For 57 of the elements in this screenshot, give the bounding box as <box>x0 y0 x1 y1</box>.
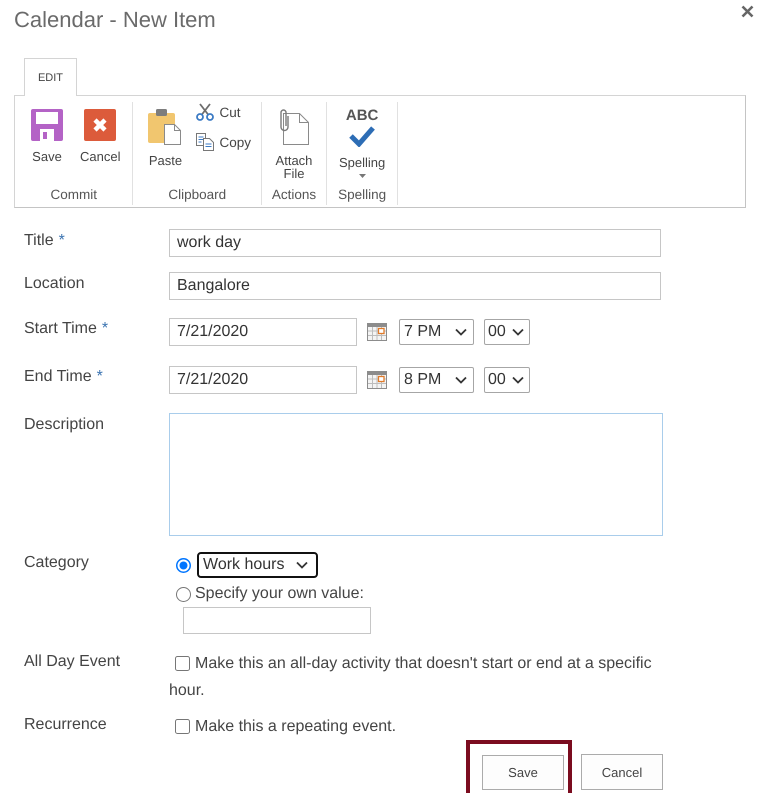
save-button[interactable]: Save <box>25 102 69 163</box>
text-field[interactable]: Bangalore <box>169 272 661 300</box>
category-select[interactable]: Work hours <box>197 552 318 578</box>
x-square-icon <box>84 109 116 141</box>
checkbox[interactable] <box>175 656 190 671</box>
copy-button[interactable]: Copy <box>196 132 251 152</box>
minute-select[interactable]: 00 <box>484 319 530 345</box>
field-label: Description <box>24 415 104 435</box>
dialog-title: Calendar - New Item <box>14 7 216 33</box>
radio-button[interactable] <box>176 586 191 602</box>
date-field[interactable]: 7/21/2020 <box>169 366 357 394</box>
cancel-button[interactable]: Cancel <box>581 754 663 790</box>
attach-file-button[interactable]: Attach File <box>272 102 316 180</box>
description-field[interactable] <box>169 413 663 536</box>
chevron-down-icon <box>455 328 467 336</box>
group-label: Commit <box>49 186 98 204</box>
field-label: Category <box>24 553 89 573</box>
calendar-icon[interactable] <box>367 371 387 389</box>
field-label: Title <box>24 231 54 251</box>
field-label: Recurrence <box>24 715 107 735</box>
chevron-down-icon <box>512 328 524 336</box>
clipboard-icon <box>148 109 182 145</box>
text-field[interactable]: work day <box>169 229 661 257</box>
radio-label[interactable]: Specify your own value: <box>195 584 364 604</box>
group-label: Actions <box>270 186 318 204</box>
field-label: Start Time <box>24 319 97 339</box>
required-mark: * <box>96 367 103 387</box>
required-mark: * <box>58 231 65 251</box>
close-icon[interactable] <box>741 5 754 18</box>
hour-select[interactable]: 8 PM <box>399 367 474 393</box>
calendar-icon[interactable] <box>367 323 387 341</box>
save-button[interactable]: Save <box>482 755 564 790</box>
checkbox-label[interactable]: Make this a repeating event. <box>169 713 663 740</box>
ribbon-tab[interactable]: EDIT <box>24 58 77 96</box>
cancel-button[interactable]: Cancel <box>78 102 122 163</box>
field-label: Location <box>24 274 84 294</box>
chevron-down-icon <box>296 561 308 569</box>
checkbox-label[interactable]: Make this an all-day activity that doesn't start or end at a specific hour. <box>169 650 663 704</box>
group-label: Clipboard <box>167 186 228 204</box>
chevron-down-icon <box>455 376 467 384</box>
hour-select[interactable]: 7 PM <box>399 319 474 345</box>
radio-button[interactable] <box>176 558 191 572</box>
paperclip-document-icon <box>278 109 309 145</box>
cut-button[interactable]: Cut <box>196 102 251 122</box>
spelling-button[interactable]: ABC Spelling <box>336 102 388 178</box>
paste-button[interactable]: Paste <box>143 102 188 167</box>
documents-icon <box>196 133 214 151</box>
field-label: All Day Event <box>24 652 120 672</box>
minute-select[interactable]: 00 <box>484 367 530 393</box>
required-mark: * <box>102 319 108 339</box>
custom-value-field[interactable] <box>183 607 371 634</box>
scissors-icon <box>196 103 214 121</box>
field-label: End Time <box>24 367 92 387</box>
chevron-down-icon <box>512 376 524 384</box>
checkbox[interactable] <box>175 719 190 734</box>
date-field[interactable]: 7/21/2020 <box>169 318 357 346</box>
group-label: Spelling <box>337 186 388 204</box>
